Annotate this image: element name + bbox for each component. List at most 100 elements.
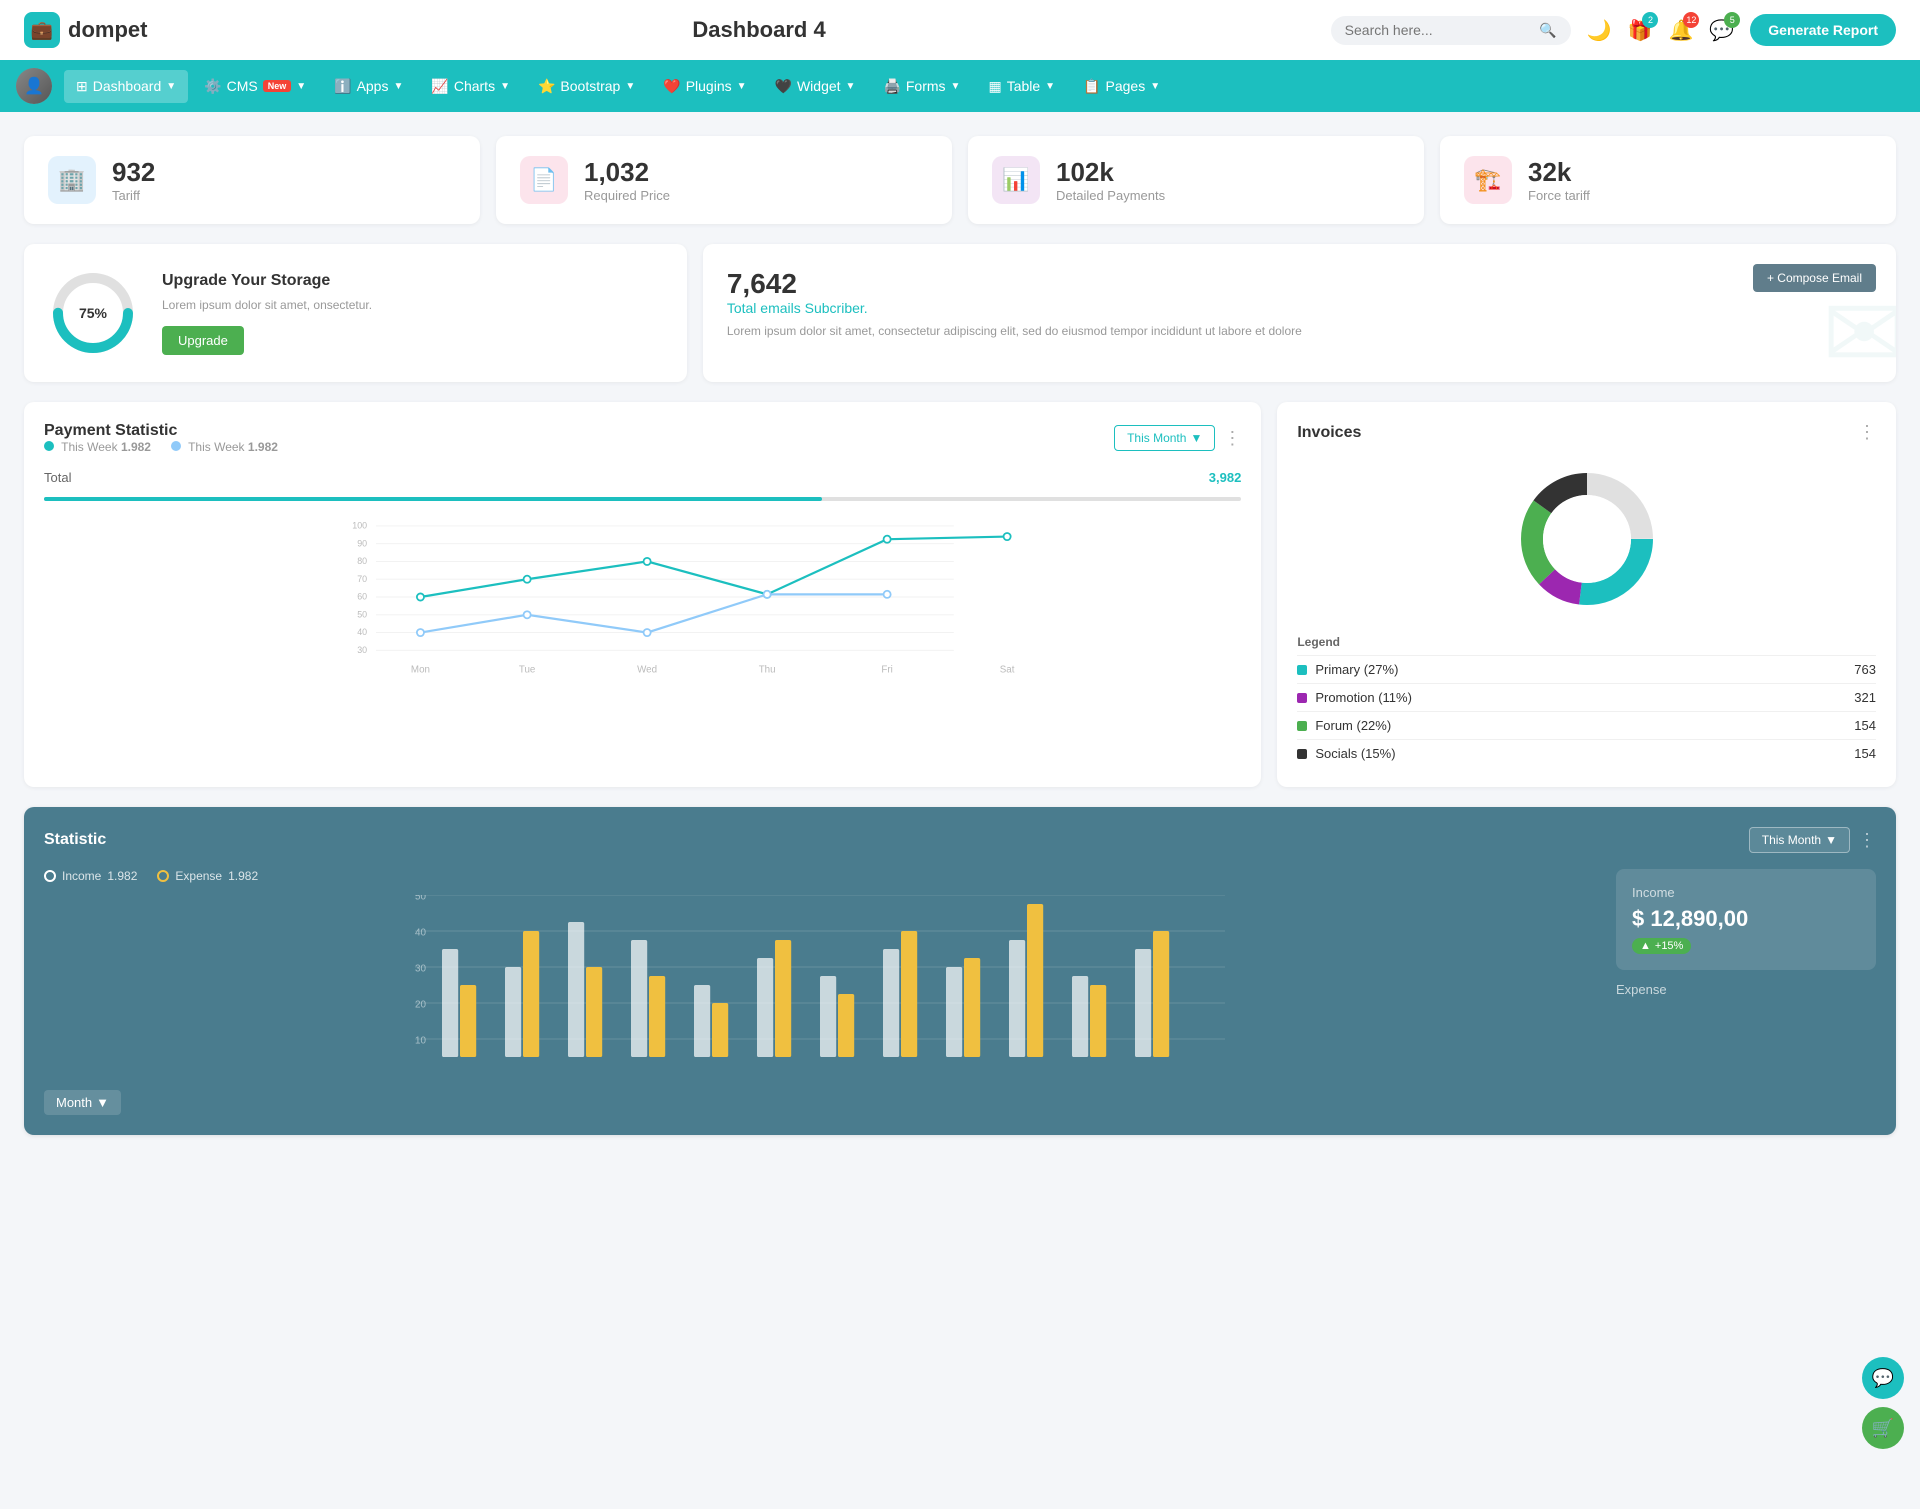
content: 🏢 932 Tariff 📄 1,032 Required Price 📊 10…: [0, 112, 1920, 1159]
income-badge-text: +15%: [1655, 940, 1683, 952]
nav-label-forms: Forms: [906, 78, 946, 94]
forum-label: Forum (22%): [1315, 718, 1391, 733]
price-icon: 📄: [520, 156, 568, 204]
bell-icon-wrapper[interactable]: 🔔 12: [1668, 18, 1693, 43]
expense-legend-icon: [157, 870, 169, 882]
table-arrow-icon: ▼: [1045, 81, 1055, 92]
invoices-more-icon[interactable]: ⋮: [1858, 422, 1876, 443]
payment-more-icon[interactable]: ⋮: [1223, 428, 1241, 449]
legend-row-socials: Socials (15%) 154: [1297, 739, 1876, 767]
socials-label: Socials (15%): [1315, 746, 1395, 761]
bar-chart-right: Income $ 12,890,00 ▲ +15% Expense: [1616, 869, 1876, 1115]
statistic-bar-title: Statistic: [44, 831, 106, 849]
generate-report-button[interactable]: Generate Report: [1750, 14, 1896, 46]
sidebar-item-pages[interactable]: 📋 Pages ▼: [1071, 70, 1172, 103]
expense-legend-label: Expense: [175, 869, 222, 883]
force-value: 32k: [1528, 157, 1590, 188]
sidebar-item-table[interactable]: ▦ Table ▼: [976, 70, 1067, 103]
invoices-card: Invoices ⋮ Legend: [1277, 402, 1896, 787]
sidebar-item-cms[interactable]: ⚙️ CMS New ▼: [192, 70, 318, 103]
legend2-value: 1.982: [248, 440, 278, 454]
bar-chart-svg: 50 40 30 20 10: [44, 895, 1596, 1075]
legend-socials-left: Socials (15%): [1297, 746, 1395, 761]
svg-text:Thu: Thu: [759, 665, 776, 676]
apps-arrow-icon: ▼: [393, 81, 403, 92]
moon-icon[interactable]: 🌙: [1587, 18, 1612, 43]
charts-row: Payment Statistic This Week 1.982 This W…: [24, 402, 1896, 787]
legend2: This Week 1.982: [171, 440, 278, 454]
svg-text:60: 60: [357, 592, 367, 602]
dashboard-arrow-icon: ▼: [166, 81, 176, 92]
sidebar-item-apps[interactable]: ℹ️ Apps ▼: [322, 70, 415, 103]
month-tag-label: Month: [56, 1095, 92, 1110]
expense-section-label: Expense: [1616, 982, 1876, 997]
tariff-value: 932: [112, 157, 155, 188]
tariff-label: Tariff: [112, 188, 155, 203]
nav-label-widget: Widget: [797, 78, 841, 94]
legend1-label: This Week: [61, 440, 117, 454]
email-subtitle: Total emails Subcriber.: [727, 300, 1872, 316]
sidebar-item-widget[interactable]: 🖤 Widget ▼: [763, 70, 868, 103]
socials-value: 154: [1854, 746, 1876, 761]
upgrade-button[interactable]: Upgrade: [162, 326, 244, 355]
statistic-filter-label: This Month: [1762, 833, 1821, 847]
svg-text:70: 70: [357, 574, 367, 584]
sidebar-item-bootstrap[interactable]: ⭐ Bootstrap ▼: [526, 70, 647, 103]
storage-percent: 75%: [79, 305, 107, 321]
pages-arrow-icon: ▼: [1150, 81, 1160, 92]
gift-icon-wrapper[interactable]: 🎁 2: [1628, 18, 1653, 43]
invoices-legend: Legend Primary (27%) 763 Promotion (11%)…: [1297, 635, 1876, 767]
svg-text:10: 10: [415, 1036, 426, 1047]
nav-label-table: Table: [1007, 78, 1040, 94]
logo-icon: 💼: [24, 12, 60, 48]
bell-badge: 12: [1683, 12, 1699, 28]
email-count: 7,642: [727, 268, 1872, 300]
email-desc: Lorem ipsum dolor sit amet, consectetur …: [727, 324, 1872, 338]
legend1-value: 1.982: [121, 440, 151, 454]
month-tag[interactable]: Month ▼: [44, 1090, 121, 1115]
svg-text:Sat: Sat: [1000, 665, 1015, 676]
payment-chart-controls: This Month ▼ ⋮: [1114, 425, 1241, 451]
forms-arrow-icon: ▼: [951, 81, 961, 92]
svg-text:30: 30: [415, 964, 426, 975]
storage-title: Upgrade Your Storage: [162, 272, 372, 290]
svg-text:40: 40: [415, 928, 426, 939]
bar-chart-left: Income 1.982 Expense 1.982: [44, 869, 1596, 1115]
income-legend-item: Income 1.982: [44, 869, 137, 883]
chat-icon-wrapper[interactable]: 💬 5: [1709, 18, 1734, 43]
sidebar-item-dashboard[interactable]: ⊞ Dashboard ▼: [64, 70, 188, 103]
payment-chart-title-area: Payment Statistic This Week 1.982 This W…: [44, 422, 278, 454]
svg-text:20: 20: [415, 1000, 426, 1011]
legend1-dot: [44, 441, 54, 451]
svg-text:40: 40: [357, 627, 367, 637]
statistic-bar-header: Statistic This Month ▼ ⋮: [44, 827, 1876, 853]
charts-icon: 📈: [431, 78, 448, 95]
progress-bar: [44, 497, 1241, 501]
legend-heading: Legend: [1297, 635, 1876, 655]
bar-chart-area: Income 1.982 Expense 1.982: [44, 869, 1876, 1115]
legend-row-promotion: Promotion (11%) 321: [1297, 683, 1876, 711]
income-legend-label: Income: [62, 869, 101, 883]
income-legend-value: 1.982: [107, 869, 137, 883]
support-float-button[interactable]: 💬: [1862, 1357, 1904, 1399]
price-value: 1,032: [584, 157, 670, 188]
search-box[interactable]: 🔍: [1331, 16, 1571, 45]
cart-float-button[interactable]: 🛒: [1862, 1407, 1904, 1449]
sidebar-item-forms[interactable]: 🖨️ Forms ▼: [871, 70, 972, 103]
income-badge: ▲ +15%: [1632, 938, 1691, 954]
payments-value: 102k: [1056, 157, 1165, 188]
socials-color-dot: [1297, 749, 1307, 759]
statistic-more-icon[interactable]: ⋮: [1858, 830, 1876, 851]
gift-badge: 2: [1642, 12, 1658, 28]
this-month-filter-button[interactable]: This Month ▼: [1114, 425, 1215, 451]
statistic-month-filter-button[interactable]: This Month ▼: [1749, 827, 1850, 853]
storage-card: 75% Upgrade Your Storage Lorem ipsum dol…: [24, 244, 687, 382]
pages-icon: 📋: [1083, 78, 1100, 95]
sidebar-item-charts[interactable]: 📈 Charts ▼: [419, 70, 522, 103]
svg-text:100: 100: [352, 521, 367, 531]
statistic-bar-controls: This Month ▼ ⋮: [1749, 827, 1876, 853]
cms-arrow-icon: ▼: [296, 81, 306, 92]
sidebar-item-plugins[interactable]: ❤️ Plugins ▼: [651, 70, 758, 103]
svg-text:50: 50: [415, 895, 426, 903]
search-input[interactable]: [1345, 22, 1532, 38]
